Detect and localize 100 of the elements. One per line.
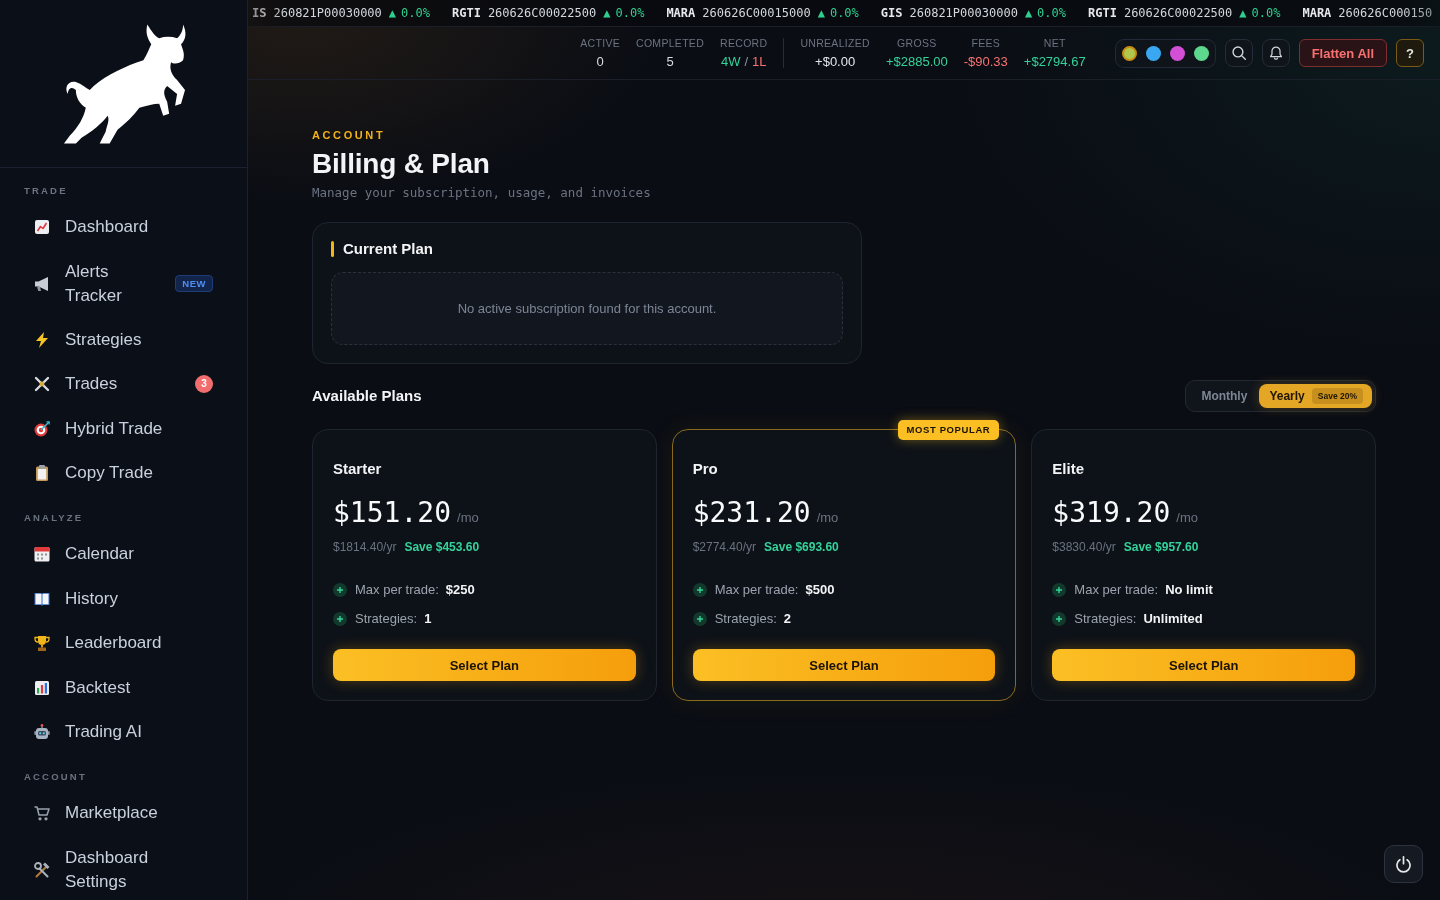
plan-price: $319.20 [1052,496,1171,530]
feature-value: No limit [1165,581,1213,599]
nav-item[interactable]: Trading AI [16,709,231,755]
feature-value: $250 [445,581,475,599]
discount-badge: Save 20% [1311,388,1363,404]
record-wins: 4W [720,53,741,70]
power-button[interactable] [1384,845,1423,883]
section-label: TRADE [23,185,69,197]
plus-icon [333,612,347,626]
help-button[interactable]: ? [1396,39,1424,67]
feature-label: Strategies: [714,610,777,628]
nav-item[interactable]: Dashboard [16,205,231,250]
section-title: Available Plans [312,386,422,406]
lightning-icon [34,331,50,348]
plan-price: $231.20 [692,496,811,530]
feature-label: Strategies: [355,610,418,628]
theme-swatch[interactable] [1145,45,1161,61]
stat-label: GROSS [897,36,937,49]
toggle-option[interactable]: Yearly Save 20% [1259,384,1372,408]
feature-label: Strategies: [1074,610,1137,628]
feature-label: Max per trade: [1074,581,1159,599]
feature-value: Unlimited [1143,610,1203,628]
trend-arrow: ▲ [817,6,825,20]
stat-label: FEES [971,36,1001,49]
nav-item[interactable]: History [16,576,231,621]
feature-label: Max per trade: [355,581,439,599]
section-label: ANALYZE [23,512,85,525]
ticker-symbol: IS [252,6,267,20]
stat-value: +$0.00 [815,53,856,70]
record-losses: 1L [752,53,767,70]
nav-item[interactable]: Backtest [16,665,231,710]
select-plan-button[interactable]: Select Plan [333,649,636,681]
search-icon [1231,46,1246,60]
calendar-icon [34,546,50,563]
yearly-price: $3830.40/yr [1052,539,1116,555]
page-title: Billing & Plan [312,147,491,181]
stat-value: +$2885.00 [885,53,948,70]
plan-name: Starter [333,459,383,479]
nav-item[interactable]: Leaderboard [16,621,231,666]
ticker-symbol: RGTI [451,6,481,20]
ticker-contract: 260821P00030000 [909,6,1018,20]
record-separator: / [744,53,749,70]
stat-value: 0 [596,53,604,70]
ticker-contract: 260626C00022500 [1123,6,1233,20]
theme-swatch[interactable] [1193,45,1209,61]
tools-icon [34,861,50,878]
select-plan-button[interactable]: Select Plan [1052,649,1355,681]
nav-item[interactable]: Dashboard Settings [16,835,231,900]
clipboard-icon [34,465,50,482]
ticker-symbol: MARA [666,6,696,20]
robot-icon [34,723,50,740]
ticker-symbol: RGTI [1088,6,1117,20]
plan-name: Elite [1052,459,1085,479]
empty-state-panel: No active subscription found for this account. [331,272,843,345]
plan-name: Pro [692,459,719,479]
savings-text: Save $957.60 [1123,539,1199,555]
feature-value: 1 [424,610,432,628]
ticker-contract: 260626C000150 [1338,6,1433,20]
nav-item[interactable]: Hybrid Trade [16,406,231,451]
trend-arrow: ▲ [1024,6,1033,20]
nav-item[interactable]: Marketplace [16,791,231,836]
nav-item[interactable]: Alerts Tracker NEW [16,249,231,318]
stat-value: -$90.33 [963,53,1008,70]
target-icon [34,420,50,437]
trophy-icon [34,635,50,652]
ticker-change: 0.0% [829,6,859,20]
feature-value: 2 [783,610,792,628]
price-period: /mo [1176,510,1198,525]
nav-item[interactable]: Strategies [16,317,231,363]
stat-label: COMPLETED [636,36,705,49]
select-plan-button[interactable]: Select Plan [692,649,996,681]
feature-label: Max per trade: [714,581,799,599]
yearly-price: $1814.40/yr [333,539,397,555]
stat-value: +$2794.67 [1023,53,1086,70]
ticker-contract: 260626C00015000 [702,6,811,20]
cart-icon [34,805,50,822]
stat-label: ACTIVE [580,36,620,49]
savings-text: Save $693.60 [764,539,839,555]
yearly-price: $2774.40/yr [692,539,757,555]
bell-button[interactable] [1261,39,1290,67]
price-period: /mo [816,510,839,525]
nav-item[interactable]: Calendar [16,532,231,577]
nav-item[interactable]: Trades 3 [16,362,231,407]
popular-badge: MOST POPULAR [897,420,1000,440]
stat-value: 5 [666,53,674,70]
plus-icon [692,612,707,626]
search-button[interactable] [1224,39,1253,67]
theme-swatch[interactable] [1169,45,1185,61]
flatten-all-button[interactable]: Flatten All [1298,39,1387,67]
page-subtitle: Manage your subscription, usage, and invoices [312,184,652,202]
nav-item[interactable]: Copy Trade [16,450,231,496]
theme-swatch[interactable] [1121,45,1137,61]
section-label: ACCOUNT [23,771,88,784]
toggle-option[interactable]: Monthly [1189,384,1260,408]
ticker-contract: 260821P00030000 [273,6,382,20]
price-period: /mo [457,510,479,525]
power-icon [1395,855,1412,873]
bell-icon [1268,46,1283,60]
savings-text: Save $453.60 [404,539,480,555]
feature-value: $500 [805,581,835,599]
